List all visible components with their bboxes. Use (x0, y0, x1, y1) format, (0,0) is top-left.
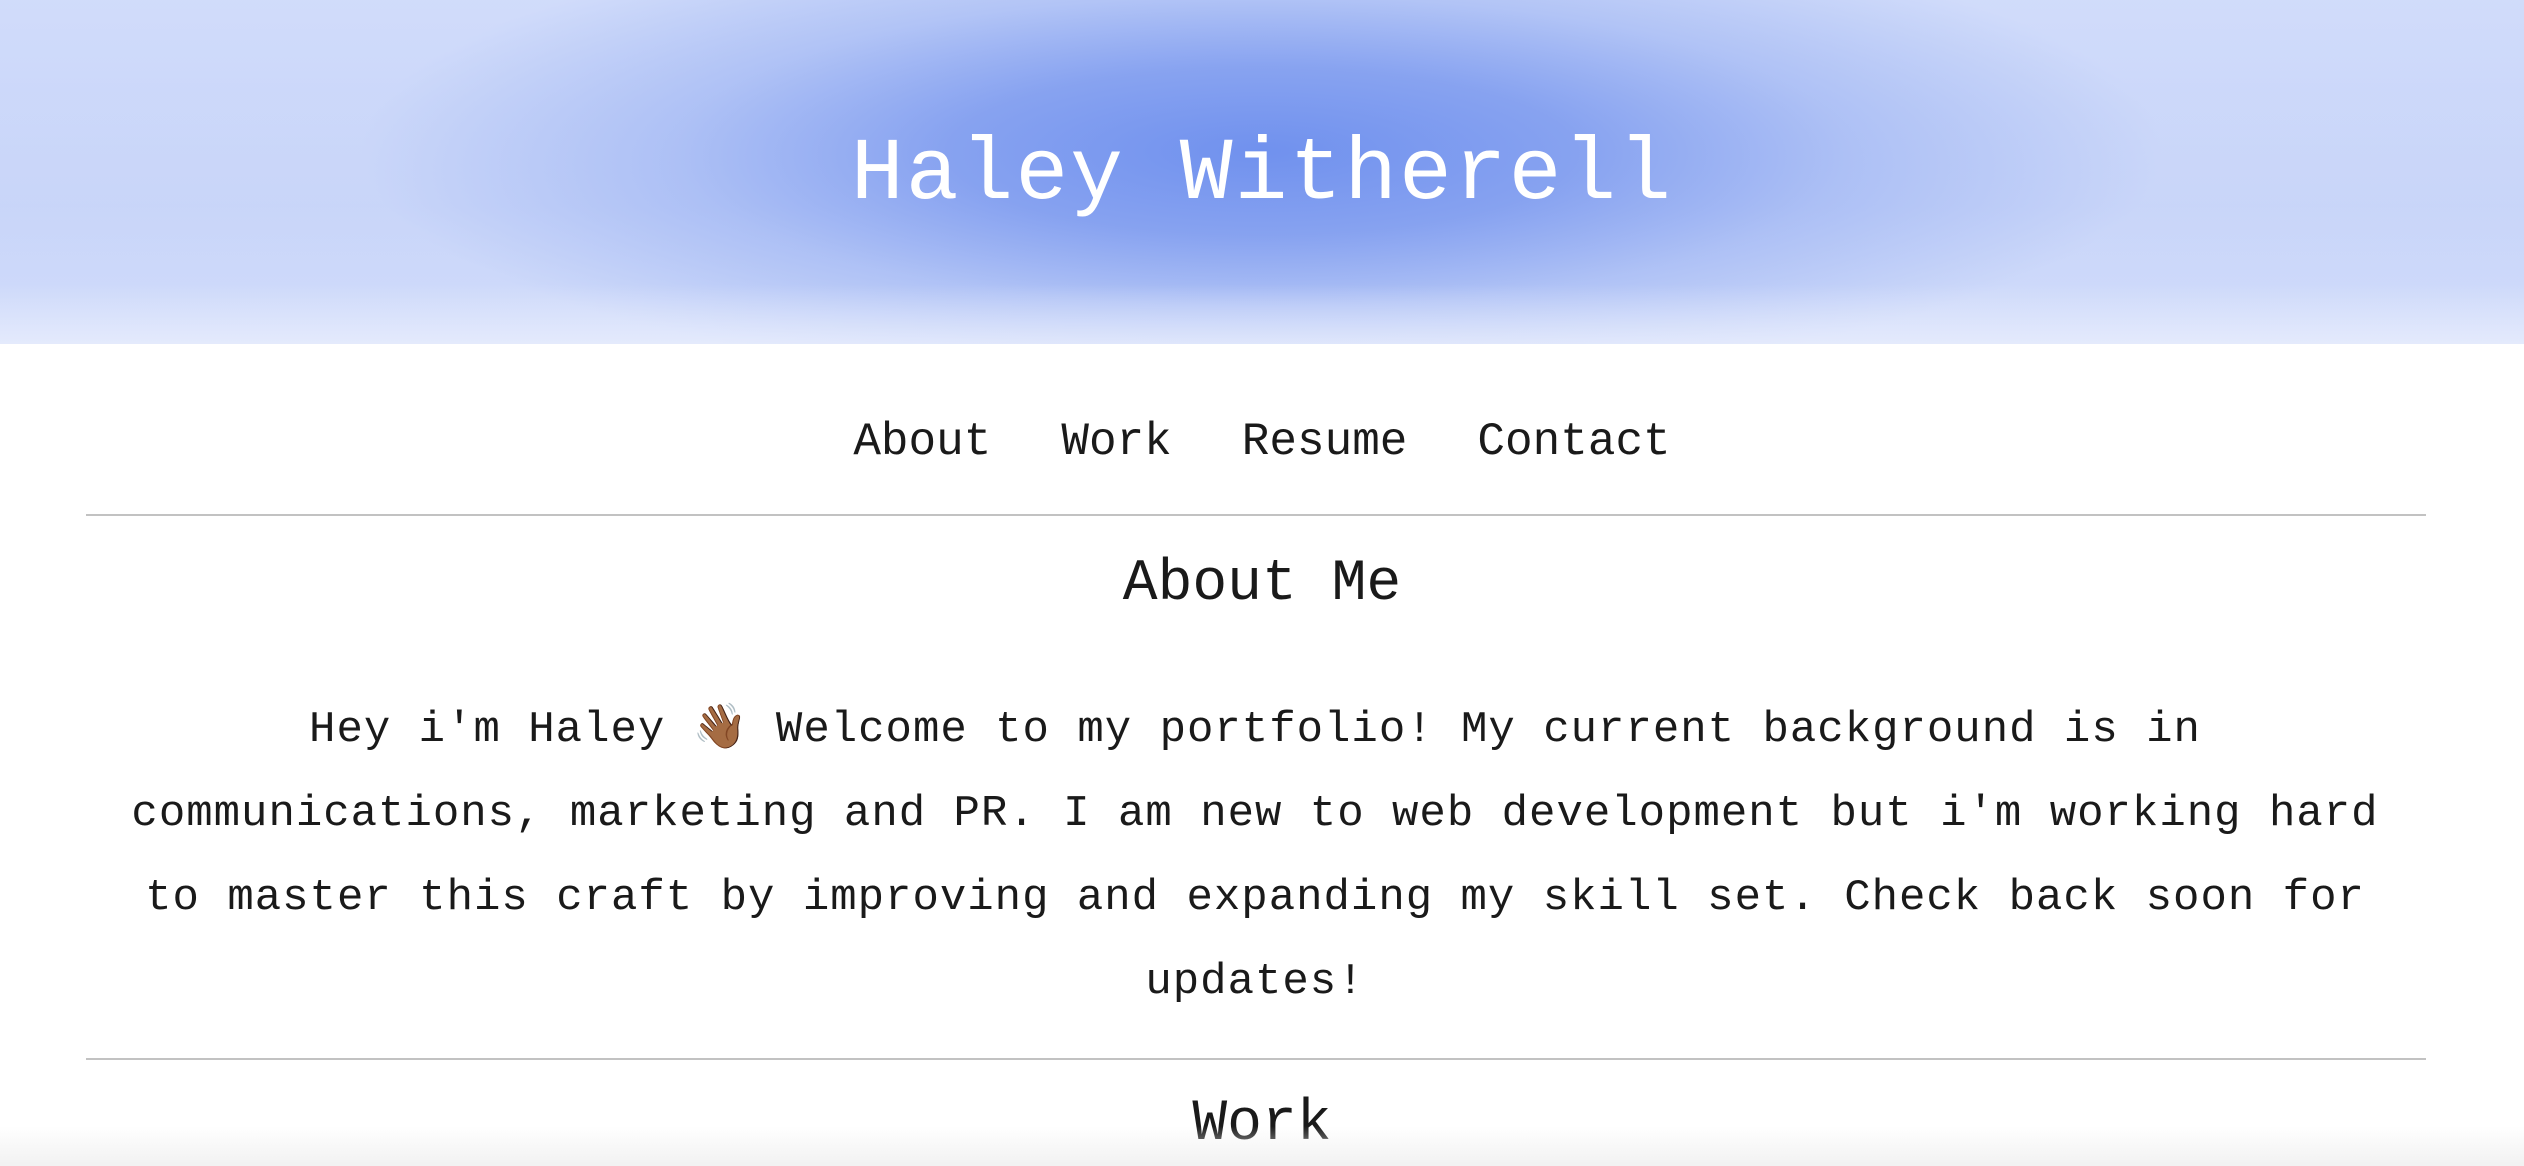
hero-banner: Haley Witherell (0, 0, 2524, 344)
main-nav: About Work Resume Contact (0, 412, 2524, 472)
work-heading: Work (1192, 1092, 1332, 1157)
section-divider (86, 514, 2426, 516)
nav-link-resume[interactable]: Resume (1242, 412, 1408, 472)
section-divider (86, 1058, 2426, 1060)
nav-link-work[interactable]: Work (1061, 412, 1171, 472)
about-heading: About Me (1122, 552, 1402, 617)
site-title: Haley Witherell (850, 126, 1674, 225)
waving-hand-icon: 👋🏾 (692, 705, 749, 755)
nav-link-about[interactable]: About (853, 412, 991, 472)
nav-link-contact[interactable]: Contact (1477, 412, 1670, 472)
page: Haley Witherell About Work Resume Contac… (0, 0, 2524, 1166)
about-text-intro: Hey i'm Haley (309, 705, 666, 755)
about-paragraph: Hey i'm Haley 👋🏾 Welcome to my portfolio… (130, 688, 2380, 1024)
